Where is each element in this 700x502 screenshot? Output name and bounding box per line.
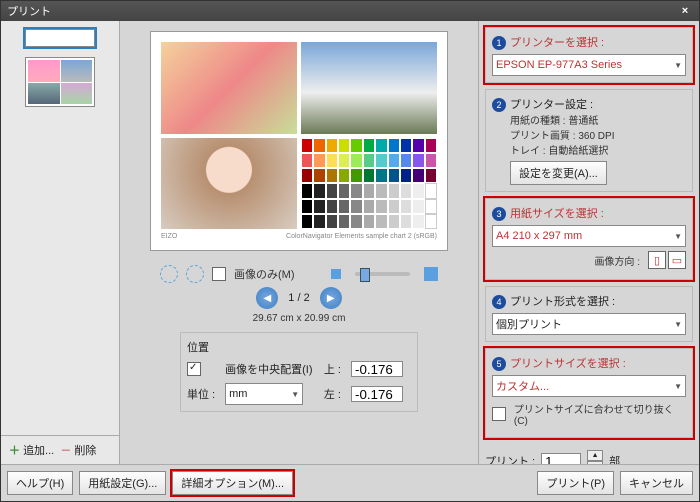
image-only-checkbox[interactable] [212, 267, 226, 281]
help-button[interactable]: ヘルプ(H) [7, 471, 73, 495]
preview-pane: EIZO ColorNavigator Elements sample char… [120, 21, 478, 464]
close-icon[interactable]: × [677, 5, 693, 17]
preview-cell-portrait [161, 138, 297, 230]
step-1-printer: 1 プリンターを選択 : EPSON EP-977A3 Series▼ [485, 27, 693, 83]
cancel-button[interactable]: キャンセル [620, 471, 693, 495]
window-title: プリント [7, 3, 51, 19]
step-1-icon: 1 [492, 36, 506, 50]
print-size-title: プリントサイズを選択 : [510, 358, 626, 370]
orientation-portrait[interactable]: ▯ [648, 251, 666, 269]
fit-crop-checkbox[interactable] [492, 407, 506, 421]
step-5-print-size: 5 プリントサイズを選択 : カスタム...▼ プリントサイズに合わせて切り抜く(… [485, 348, 693, 438]
step-3-icon: 3 [492, 207, 506, 221]
orientation-landscape[interactable]: ▭ [668, 251, 686, 269]
paper-size-title: 用紙サイズを選択 : [510, 208, 604, 220]
prev-page-button[interactable]: ◀ [256, 287, 278, 309]
thumbnail-1[interactable] [25, 29, 95, 47]
position-title: 位置 [187, 339, 411, 355]
sidebar: ＋ 追加... － 削除 [1, 21, 120, 464]
center-image-checkbox[interactable] [187, 362, 201, 376]
print-preview: EIZO ColorNavigator Elements sample char… [150, 31, 448, 251]
thumbnail-list [1, 21, 119, 435]
print-button[interactable]: プリント(P) [537, 471, 614, 495]
position-group: 位置 画像を中央配置(I) 上 : 単位 : mm▼ 左 : [180, 332, 418, 412]
unit-select[interactable]: mm▼ [225, 383, 303, 405]
printer-settings-title: プリンター設定 : [510, 99, 593, 111]
dimensions-label: 29.67 cm x 20.99 cm [160, 313, 438, 324]
center-image-label: 画像を中央配置(I) [225, 361, 314, 377]
paper-size-select[interactable]: A4 210 x 297 mm▼ [492, 225, 686, 247]
remove-button[interactable]: 削除 [74, 445, 96, 457]
next-page-button[interactable]: ▶ [320, 287, 342, 309]
step-4-icon: 4 [492, 295, 506, 309]
step-4-print-format: 4 プリント形式を選択 : 個別プリント▼ [485, 286, 693, 342]
print-size-select[interactable]: カスタム...▼ [492, 375, 686, 397]
advanced-options-button[interactable]: 詳細オプション(M)... [172, 471, 293, 495]
preview-cell-swatches [301, 138, 437, 230]
zoom-slider[interactable] [355, 272, 411, 276]
preview-cell-food [161, 42, 297, 134]
sidebar-footer: ＋ 追加... － 削除 [1, 435, 119, 464]
page-indicator: 1 / 2 [288, 292, 309, 304]
change-settings-button[interactable]: 設定を変更(A)... [510, 161, 607, 185]
printer-select[interactable]: EPSON EP-977A3 Series▼ [492, 54, 686, 76]
step-5-icon: 5 [492, 357, 506, 371]
image-only-label: 画像のみ(M) [234, 266, 295, 282]
unit-label: 単位 : [187, 386, 215, 402]
add-button[interactable]: 追加... [23, 445, 54, 457]
top-label: 上 : [324, 361, 341, 377]
paper-settings-button[interactable]: 用紙設定(G)... [79, 471, 166, 495]
zoom-out-icon[interactable] [331, 269, 341, 279]
zoom-in-icon[interactable] [424, 267, 438, 281]
bottom-bar: ヘルプ(H) 用紙設定(G)... 詳細オプション(M)... プリント(P) … [1, 464, 699, 501]
rotate-cw-icon[interactable] [186, 265, 204, 283]
minus-icon[interactable]: － [60, 445, 71, 457]
left-input[interactable] [351, 386, 403, 402]
plus-icon[interactable]: ＋ [9, 445, 20, 457]
print-format-title: プリント形式を選択 : [510, 296, 615, 308]
fit-crop-label: プリントサイズに合わせて切り抜く(C) [514, 401, 686, 427]
preview-brand: EIZO [161, 233, 177, 240]
rotate-ccw-icon[interactable] [160, 265, 178, 283]
preview-cell-mountain [301, 42, 437, 134]
step-2-printer-settings: 2プリンター設定 : 用紙の種類 : 普通紙 プリント画質 : 360 DPI … [485, 89, 693, 192]
step-2-icon: 2 [492, 98, 506, 112]
settings-panel: 1 プリンターを選択 : EPSON EP-977A3 Series▼ 2 プリンタ… [478, 21, 699, 464]
print-format-select[interactable]: 個別プリント▼ [492, 313, 686, 335]
left-label: 左 : [324, 386, 341, 402]
orientation-label: 画像方向 : [594, 253, 640, 268]
top-input[interactable] [351, 361, 403, 377]
preview-caption: ColorNavigator Elements sample chart 2 (… [286, 233, 437, 240]
step-3-paper-size: 3 用紙サイズを選択 : A4 210 x 297 mm▼ 画像方向 : ▯▭ [485, 198, 693, 280]
printer-select-title: プリンターを選択 : [510, 37, 604, 49]
thumbnail-2[interactable] [25, 57, 95, 107]
title-bar: プリント × [1, 1, 699, 21]
